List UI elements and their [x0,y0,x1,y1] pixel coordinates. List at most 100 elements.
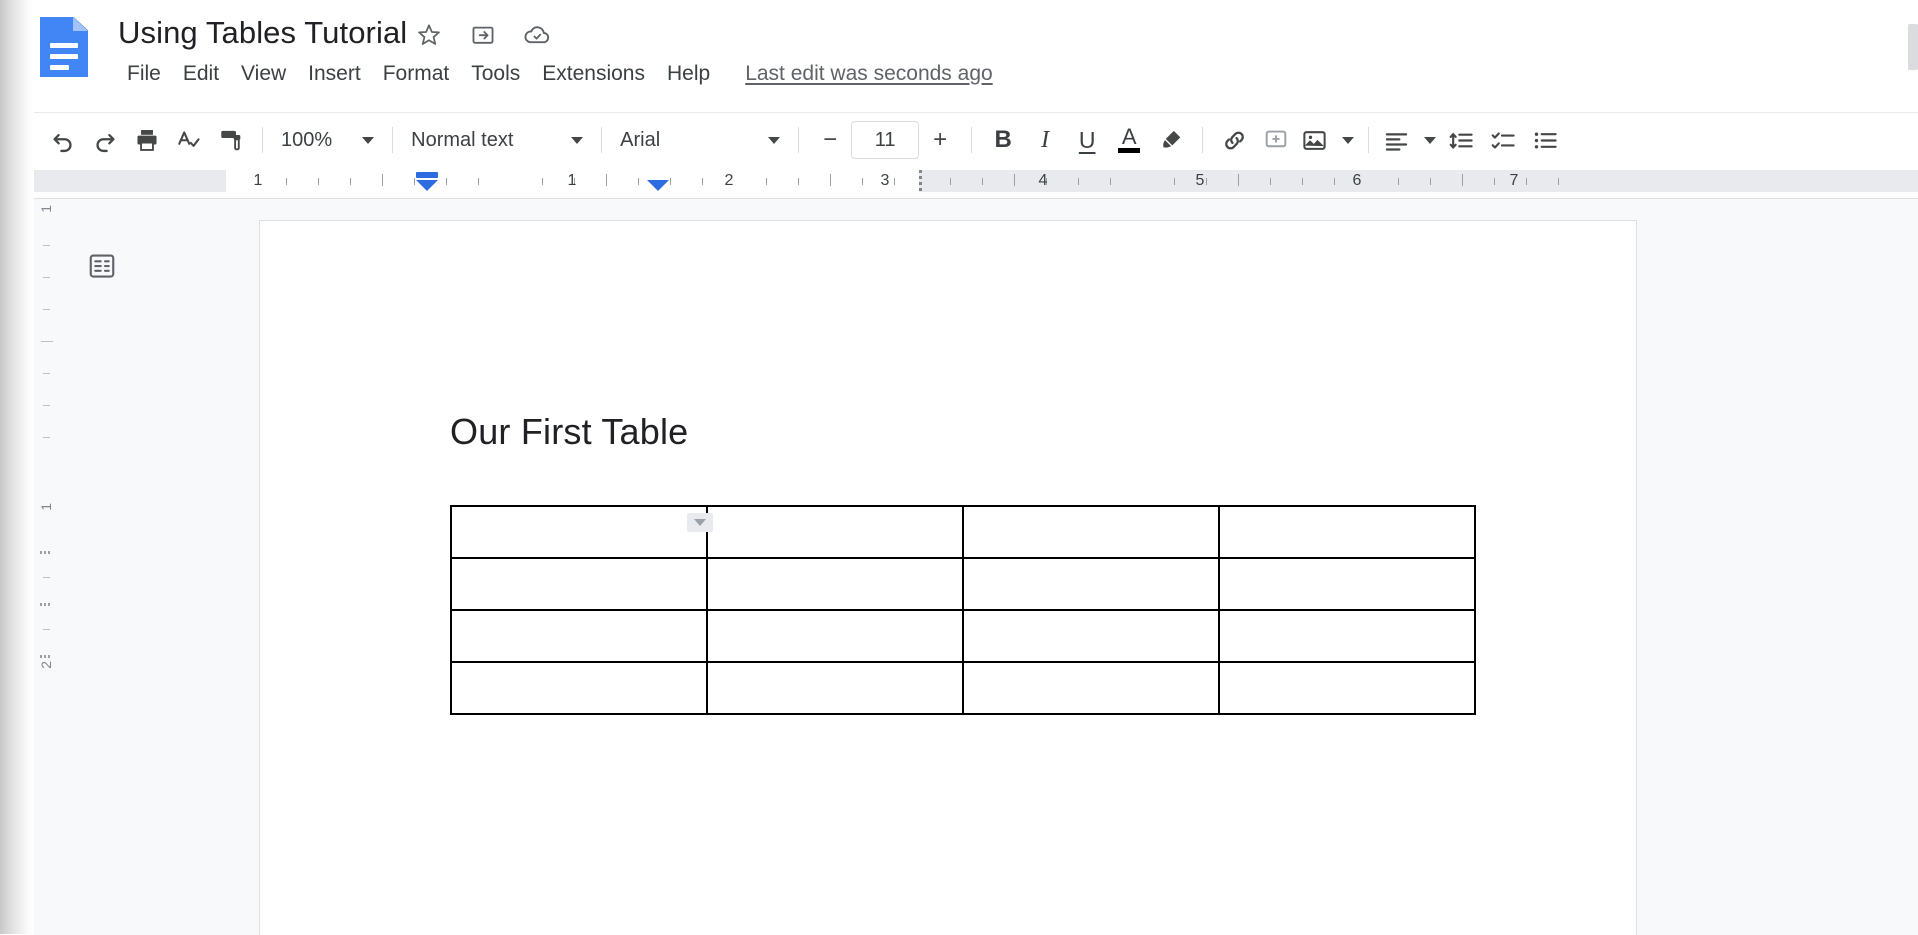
menu-item-extensions[interactable]: Extensions [531,60,656,88]
menu-item-help[interactable]: Help [656,60,721,88]
last-edit-status[interactable]: Last edit was seconds ago [745,62,993,86]
font-size-decrease-button[interactable]: − [813,123,847,157]
cell-options-dropdown-icon[interactable] [687,513,713,532]
insert-link-icon[interactable] [1213,119,1255,161]
font-family-dropdown[interactable]: Arial [612,122,788,158]
table-cell[interactable] [962,609,1220,663]
table-cell[interactable] [962,557,1220,611]
font-size-input[interactable]: 11 [851,121,920,159]
document-outline-icon[interactable] [79,243,125,289]
line-spacing-icon[interactable] [1440,119,1482,161]
toolbar-divider [392,127,394,153]
table-row[interactable] [450,609,1476,663]
chevron-down-icon [768,136,781,144]
horizontal-ruler[interactable]: 1 1 2 3 4 5 6 7 [34,166,1918,198]
move-to-folder-icon[interactable] [468,20,498,50]
window-right-edge [1908,24,1918,70]
table-cell[interactable] [450,609,708,663]
menu-item-edit[interactable]: Edit [172,60,230,88]
document-page[interactable]: Our First Table [260,221,1636,935]
text-color-icon: A [1118,123,1141,153]
first-line-indent-marker[interactable] [416,172,438,178]
table-cell[interactable] [706,505,964,559]
table-cell[interactable] [706,661,964,715]
ruler-number: 4 [1038,172,1048,189]
toolbar-divider [971,127,973,153]
table-cell[interactable] [962,661,1220,715]
ruler-number: 3 [880,172,890,189]
underline-button[interactable]: U [1066,119,1108,161]
page-title[interactable]: Our First Table [450,411,688,453]
toolbar-divider [1202,127,1204,153]
vertical-ruler: 1 1 2 [34,199,60,935]
text-color-label: A [1121,123,1137,149]
document-canvas: 1 1 2 Our First Table [34,198,1918,935]
zoom-level-dropdown[interactable]: 100% [273,122,382,158]
table-cell[interactable] [450,557,708,611]
text-align-icon [1383,127,1410,154]
table-cell[interactable] [1218,609,1476,663]
menu-item-tools[interactable]: Tools [460,60,531,88]
toolbar-divider [601,127,603,153]
table-row[interactable] [450,505,1476,559]
table-cell[interactable] [1218,505,1476,559]
menu-bar: File Edit View Insert Format Tools Exten… [116,60,993,88]
font-size-increase-button[interactable]: + [923,123,957,157]
paragraph-style-value: Normal text [411,128,514,151]
menu-item-file[interactable]: File [116,60,172,88]
chevron-down-icon [362,136,375,144]
table-cell[interactable] [1218,661,1476,715]
print-icon[interactable] [126,119,168,161]
insert-image-dropdown[interactable] [1297,122,1358,158]
cloud-saved-icon[interactable] [522,20,552,50]
font-size-stepper: − 11 + [813,121,957,159]
document-header: Using Tables Tutorial File Edit View Ins… [34,0,1918,112]
checklist-icon[interactable] [1482,119,1524,161]
table-cell[interactable] [450,661,708,715]
ruler-number: 1 [253,172,263,189]
font-family-value: Arial [620,128,661,151]
ruler-number: 1 [567,172,577,189]
table-cell[interactable] [450,505,708,559]
italic-label: I [1041,126,1050,153]
bulleted-list-icon[interactable] [1524,119,1566,161]
window-left-edge [0,0,34,934]
italic-button[interactable]: I [1024,119,1066,161]
paint-format-icon[interactable] [210,119,252,161]
table-row[interactable] [450,661,1476,715]
tab-stop-marker[interactable] [919,170,922,192]
text-color-button[interactable]: A [1108,119,1150,161]
toolbar-divider [1368,127,1370,153]
spelling-check-icon[interactable] [168,119,210,161]
undo-icon[interactable] [42,119,84,161]
table-cell[interactable] [706,609,964,663]
menu-item-insert[interactable]: Insert [297,60,372,88]
right-indent-marker[interactable] [647,180,669,191]
highlight-pen-icon[interactable] [1150,119,1192,161]
table-row[interactable] [450,557,1476,611]
ruler-number: 2 [724,172,734,189]
vertical-ruler-number: 2 [38,661,54,669]
document-title[interactable]: Using Tables Tutorial [118,15,407,51]
title-icon-group [414,20,552,50]
table-cell[interactable] [1218,557,1476,611]
left-indent-marker[interactable] [416,180,438,191]
add-comment-icon[interactable] [1255,119,1297,161]
bold-button[interactable]: B [982,119,1024,161]
text-align-dropdown[interactable] [1379,122,1440,158]
menu-item-format[interactable]: Format [372,60,461,88]
paragraph-style-dropdown[interactable]: Normal text [403,122,591,158]
insert-image-icon [1301,127,1328,154]
redo-icon[interactable] [84,119,126,161]
table-cell[interactable] [706,557,964,611]
document-table[interactable] [450,505,1476,715]
chevron-down-icon [571,136,584,144]
toolbar-divider [262,127,263,153]
bold-label: B [994,126,1012,153]
vertical-ruler-number: 1 [38,503,54,511]
google-docs-logo-icon[interactable] [40,17,88,77]
table-cell[interactable] [962,505,1220,559]
star-icon[interactable] [414,20,444,50]
zoom-level-value: 100% [281,128,333,151]
menu-item-view[interactable]: View [230,60,297,88]
